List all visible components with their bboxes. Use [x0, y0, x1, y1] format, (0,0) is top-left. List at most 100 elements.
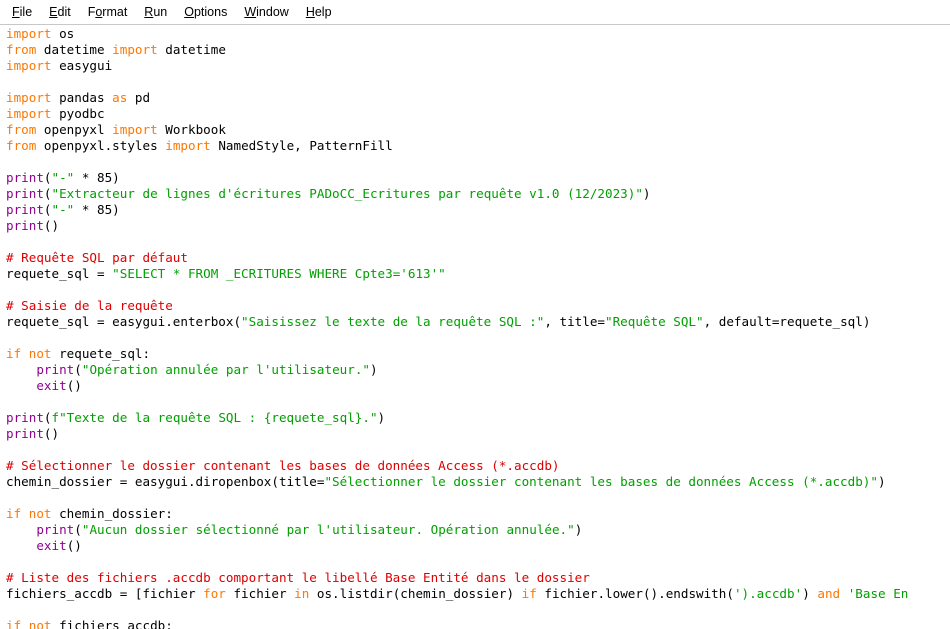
code-editor-area[interactable]: import os from datetime import datetime im…: [0, 25, 950, 629]
menu-item-edit[interactable]: Edit: [41, 2, 80, 22]
code-token-pln: (): [66, 538, 82, 553]
code-line[interactable]: [6, 154, 908, 170]
code-line[interactable]: print("-" * 85): [6, 170, 908, 186]
code-line[interactable]: if not chemin_dossier:: [6, 506, 908, 522]
menu-item-options[interactable]: Options: [176, 2, 236, 22]
code-token-cmt: # Saisie de la requête: [6, 298, 173, 313]
code-token-pln: ): [802, 586, 818, 601]
code-line[interactable]: [6, 330, 908, 346]
menu-label-part: elp: [314, 5, 332, 19]
code-line[interactable]: if not fichiers_accdb:: [6, 618, 908, 629]
code-token-kw: for: [203, 586, 226, 601]
code-token-kw: import: [6, 26, 52, 41]
code-line[interactable]: [6, 74, 908, 90]
menu-label-part: ptions: [193, 5, 228, 19]
code-token-pln: chemin_dossier:: [51, 506, 173, 521]
code-token-str: ').accdb': [733, 586, 803, 601]
code-line[interactable]: fichiers_accdb = [fichier for fichier in…: [6, 586, 908, 602]
code-token-pln: requete_sql:: [51, 346, 151, 361]
code-token-pln: openpyxl: [36, 122, 113, 137]
code-line[interactable]: print("Aucun dossier sélectionné par l'u…: [6, 522, 908, 538]
code-line[interactable]: print(): [6, 218, 908, 234]
code-line[interactable]: print("Extracteur de lignes d'écritures …: [6, 186, 908, 202]
code-token-pln: openpyxl.styles: [36, 138, 166, 153]
code-line[interactable]: import pyodbc: [6, 106, 908, 122]
code-token-pln: pd: [127, 90, 151, 105]
menu-item-format[interactable]: Format: [80, 2, 137, 22]
code-token-kw: if: [521, 586, 537, 601]
menu-label-part: un: [153, 5, 168, 19]
code-token-pln: (: [74, 522, 82, 537]
code-token-pln: fichiers_accdb:: [51, 618, 173, 629]
code-line[interactable]: print(): [6, 426, 908, 442]
code-line[interactable]: # Liste des fichiers .accdb comportant l…: [6, 570, 908, 586]
code-token-bi: exit: [36, 378, 67, 393]
code-token-pln: ): [877, 474, 886, 489]
code-token-str: "Extracteur de lignes d'écritures PADoCC…: [51, 186, 643, 201]
code-line[interactable]: from openpyxl.styles import NamedStyle, …: [6, 138, 908, 154]
code-line[interactable]: exit(): [6, 538, 908, 554]
code-line[interactable]: [6, 234, 908, 250]
code-token-kw: not: [28, 346, 52, 361]
source-code-text[interactable]: import os from datetime import datetime im…: [6, 26, 908, 629]
code-line[interactable]: print("-" * 85): [6, 202, 908, 218]
code-line[interactable]: [6, 490, 908, 506]
menu-item-window[interactable]: Window: [236, 2, 297, 22]
code-line[interactable]: [6, 394, 908, 410]
code-line[interactable]: # Requête SQL par défaut: [6, 250, 908, 266]
code-line[interactable]: from datetime import datetime: [6, 42, 908, 58]
code-line[interactable]: requete_sql = "SELECT * FROM _ECRITURES …: [6, 266, 908, 282]
menu-item-run[interactable]: Run: [136, 2, 176, 22]
code-line[interactable]: if not requete_sql:: [6, 346, 908, 362]
code-token-kw: if: [6, 346, 22, 361]
code-line[interactable]: import os: [6, 26, 908, 42]
menu-bar: File Edit Format Run Options Window Help: [0, 0, 950, 25]
code-line[interactable]: [6, 554, 908, 570]
menu-label-part: dit: [57, 5, 71, 19]
code-token-pln: os.listdir(chemin_dossier): [309, 586, 522, 601]
menu-mnemonic: O: [184, 5, 194, 19]
code-token-pln: ): [377, 410, 386, 425]
menu-mnemonic: W: [244, 5, 257, 19]
menu-item-file[interactable]: File: [4, 2, 41, 22]
code-line[interactable]: chemin_dossier = easygui.diropenbox(titl…: [6, 474, 908, 490]
code-token-pln: [21, 346, 29, 361]
code-line[interactable]: print(f"Texte de la requête SQL : {reque…: [6, 410, 908, 426]
code-line[interactable]: import pandas as pd: [6, 90, 908, 106]
code-token-bi: exit: [36, 538, 67, 553]
code-line[interactable]: from openpyxl import Workbook: [6, 122, 908, 138]
code-line[interactable]: # Sélectionner le dossier contenant les …: [6, 458, 908, 474]
code-token-pln: datetime: [36, 42, 113, 57]
code-token-pln: (): [43, 426, 60, 441]
code-token-kw: import: [165, 138, 211, 153]
code-token-pln: datetime: [157, 42, 226, 57]
code-token-pln: (: [43, 410, 52, 425]
code-token-cmt: # Requête SQL par défaut: [6, 250, 188, 265]
code-line[interactable]: import easygui: [6, 58, 908, 74]
menu-item-help[interactable]: Help: [298, 2, 341, 22]
code-token-kw: as: [112, 90, 128, 105]
code-token-str: "Saisissez le texte de la requête SQL :": [241, 314, 545, 329]
code-line[interactable]: # Saisie de la requête: [6, 298, 908, 314]
code-token-kw: import: [6, 90, 52, 105]
code-token-kw: from: [6, 122, 37, 137]
code-token-pln: (: [43, 170, 52, 185]
code-token-pln: (: [43, 186, 52, 201]
code-token-kw: and: [817, 586, 841, 601]
code-token-pln: os: [51, 26, 75, 41]
code-line[interactable]: exit(): [6, 378, 908, 394]
code-line[interactable]: [6, 602, 908, 618]
code-token-pln: fichier.lower().endswith(: [536, 586, 734, 601]
code-line[interactable]: requete_sql = easygui.enterbox("Saisisse…: [6, 314, 908, 330]
code-line[interactable]: [6, 442, 908, 458]
code-token-pln: [6, 378, 36, 393]
code-token-pln: * 85): [74, 202, 120, 217]
code-token-pln: [6, 522, 36, 537]
code-token-kw: if: [6, 618, 22, 629]
code-token-cmt: # Liste des fichiers .accdb comportant l…: [6, 570, 590, 585]
code-line[interactable]: print("Opération annulée par l'utilisate…: [6, 362, 908, 378]
code-token-str: "-": [51, 202, 75, 217]
code-token-pln: pyodbc: [51, 106, 105, 121]
code-token-pln: [6, 362, 36, 377]
code-line[interactable]: [6, 282, 908, 298]
